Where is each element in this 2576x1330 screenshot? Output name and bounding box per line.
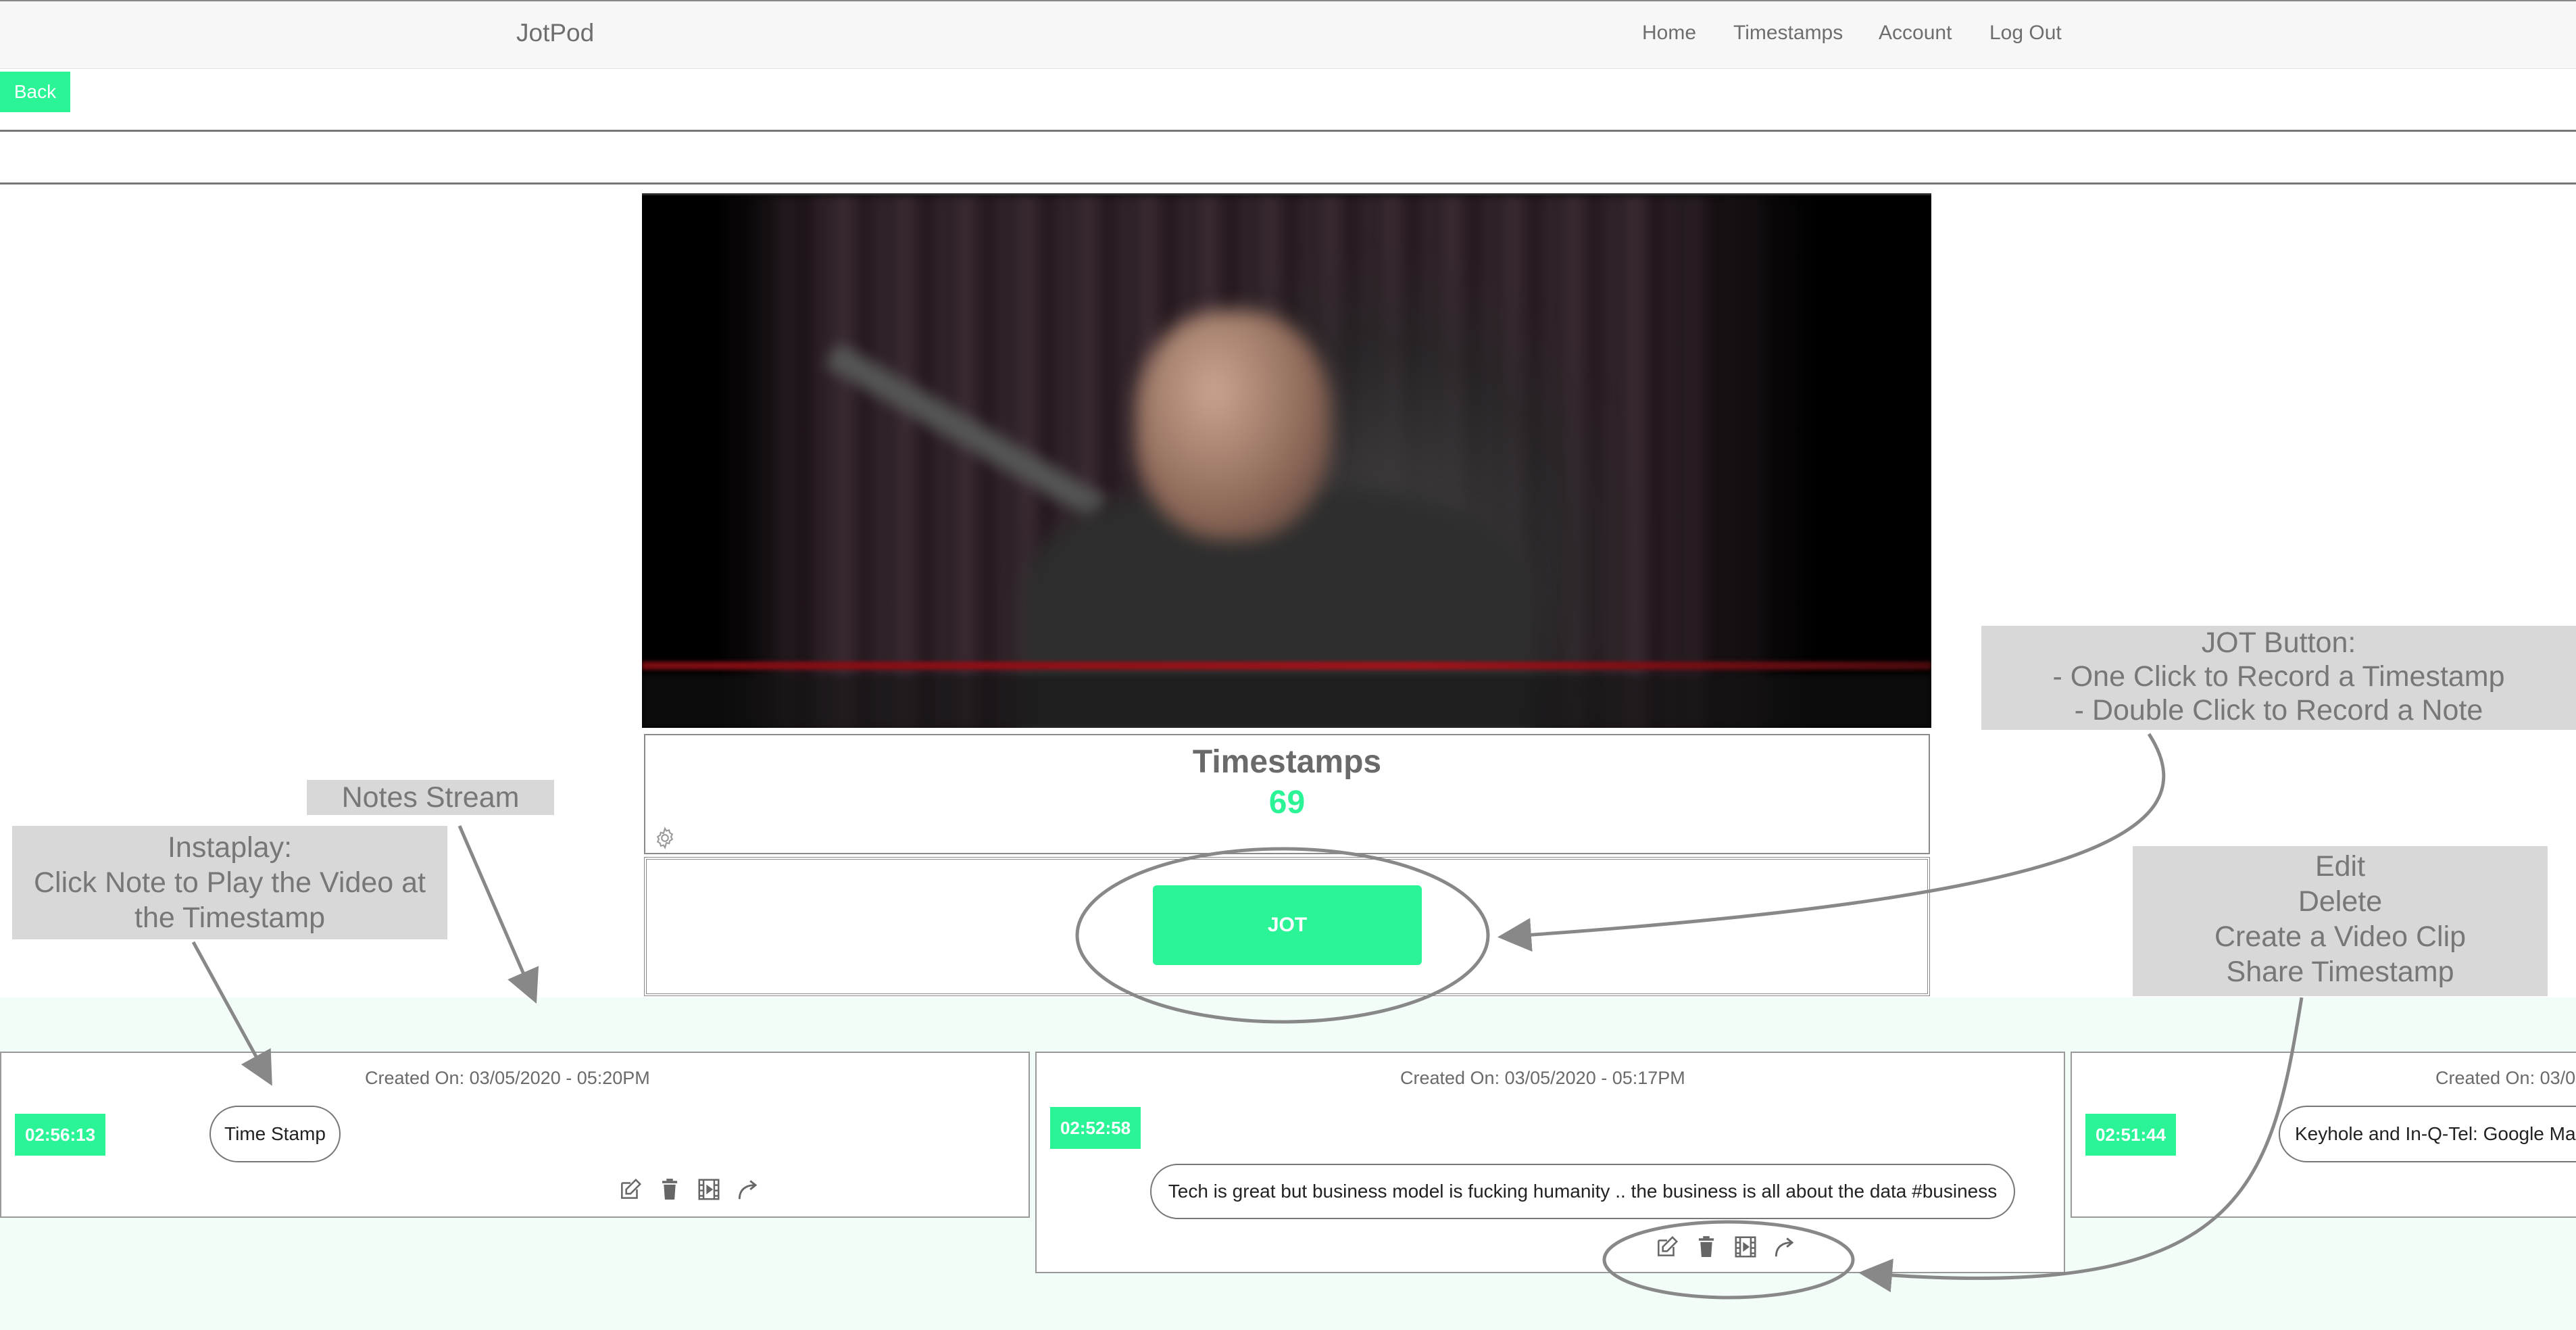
brand-logo[interactable]: JotPod [516,19,594,47]
gear-icon[interactable] [653,826,677,850]
divider-top [0,130,2576,132]
annotation-jot-button: JOT Button: - One Click to Record a Time… [1981,626,2576,730]
annotation-line: Share Timestamp [2226,956,2454,988]
nav-link-logout[interactable]: Log Out [1989,22,2062,45]
annotation-line: JOT Button: [2201,626,2356,659]
share-arrow-icon[interactable] [1772,1234,1798,1260]
video-player[interactable] [642,193,1931,728]
timestamp-badge[interactable]: 02:51:44 [2085,1114,2176,1156]
trash-icon[interactable] [657,1177,683,1202]
note-created-date: Created On: 03/05/2020 - 05:20PM [365,1068,650,1088]
edit-icon[interactable] [1654,1234,1680,1260]
nav-link-account[interactable]: Account [1879,22,1952,45]
note-bubble[interactable]: Keyhole and In-Q-Tel: Google Ma [2279,1106,2576,1162]
video-person-head [1135,310,1331,540]
annotation-line: Delete [2298,885,2383,918]
annotation-instaplay: Instaplay: Click Note to Play the Video … [12,826,447,939]
note-actions [1654,1234,1798,1260]
jot-button[interactable]: JOT [1153,885,1422,965]
note-bubble[interactable]: Tech is great but business model is fuck… [1150,1164,2015,1219]
timestamp-badge[interactable]: 02:52:58 [1050,1107,1141,1149]
navbar [0,0,2576,69]
trash-icon[interactable] [1693,1234,1719,1260]
note-actions [618,1177,761,1202]
film-icon[interactable] [1733,1234,1758,1260]
back-button[interactable]: Back [0,72,70,112]
stats-count: 69 [1268,785,1306,820]
arrow-notes-stream [457,825,539,1004]
stats-title: Timestamps [1192,744,1382,780]
timestamp-badge[interactable]: 02:56:13 [15,1114,105,1156]
share-arrow-icon[interactable] [735,1177,761,1202]
annotation-line: Instaplay: [167,831,293,864]
annotation-line: - One Click to Record a Timestamp [2052,660,2505,693]
divider-bottom [0,182,2576,184]
annotation-actions: Edit Delete Create a Video Clip Share Ti… [2133,846,2548,996]
film-icon[interactable] [696,1177,722,1202]
edit-icon[interactable] [618,1177,643,1202]
annotation-line: - Double Click to Record a Note [2074,694,2483,726]
annotation-line: the Timestamp [134,902,325,934]
nav-link-home[interactable]: Home [1642,22,1696,45]
annotation-line: Edit [2314,850,2366,883]
note-created-date: Created On: 03/0 [2435,1068,2576,1088]
video-controls[interactable] [642,675,1931,728]
video-progress-bar[interactable] [642,662,1931,670]
video-shade-right [1641,195,1931,728]
note-created-date: Created On: 03/05/2020 - 05:17PM [1400,1068,1685,1088]
annotation-line: Click Note to Play the Video at [33,866,426,899]
nav-link-timestamps[interactable]: Timestamps [1733,22,1843,45]
video-shade-left [642,195,831,728]
annotation-notes-stream: Notes Stream [307,780,554,815]
note-bubble[interactable]: Time Stamp [209,1106,341,1162]
annotation-line: Create a Video Clip [2214,920,2467,953]
